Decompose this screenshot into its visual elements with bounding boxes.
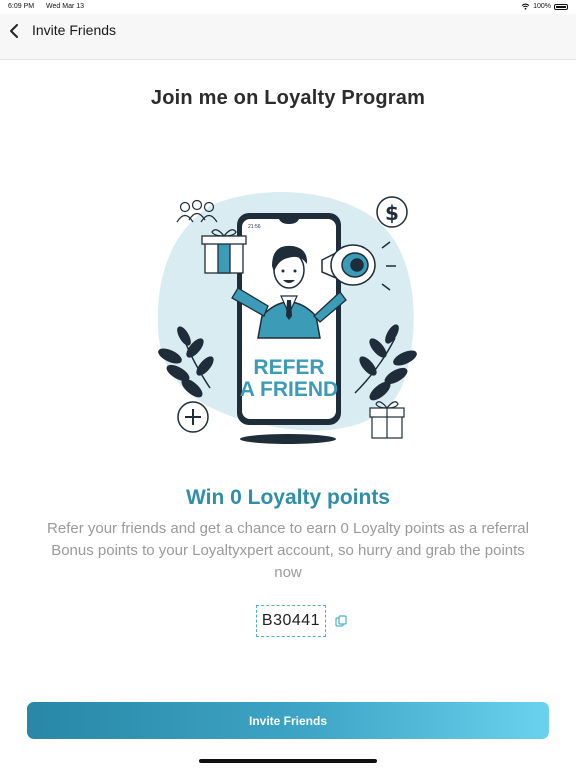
nav-title: Invite Friends [32, 22, 117, 38]
win-points-title: Win 0 Loyalty points [186, 486, 390, 509]
phone-time: 21:56 [248, 224, 261, 230]
plus-icon [177, 401, 209, 433]
referral-code[interactable]: B30441 [255, 605, 327, 637]
gift-in-hand [201, 229, 247, 274]
refer-friend-illustration: 21:56 REFER A FRIEND $ [157, 191, 417, 444]
chevron-left-icon[interactable] [6, 22, 24, 40]
status-time: 6:09 PM [8, 3, 35, 10]
dollar-icon: $ [376, 196, 408, 228]
referral-description: Refer your friends and get a chance to e… [47, 520, 529, 581]
status-bar: 6:09 PM Wed Mar 13 100% [0, 0, 576, 14]
page-heading: Join me on Loyalty Program [150, 87, 426, 109]
nav-bar: Invite Friends [0, 14, 576, 60]
status-date: Wed Mar 13 [46, 3, 85, 10]
status-right: 100% [521, 3, 568, 10]
refer-text: REFER [253, 356, 324, 379]
a-friend-text: A FRIEND [240, 378, 338, 401]
battery-percent: 100% [533, 3, 551, 10]
battery-icon [554, 3, 568, 10]
wifi-icon [521, 3, 530, 10]
status-left: 6:09 PM Wed Mar 13 [8, 3, 94, 10]
invite-friends-button[interactable]: Invite Friends [27, 702, 549, 739]
svg-text:$: $ [385, 201, 399, 225]
copy-icon[interactable] [334, 614, 348, 628]
referral-code-row: B30441 [0, 605, 576, 637]
home-indicator [199, 759, 377, 763]
phone-shadow [240, 434, 336, 444]
